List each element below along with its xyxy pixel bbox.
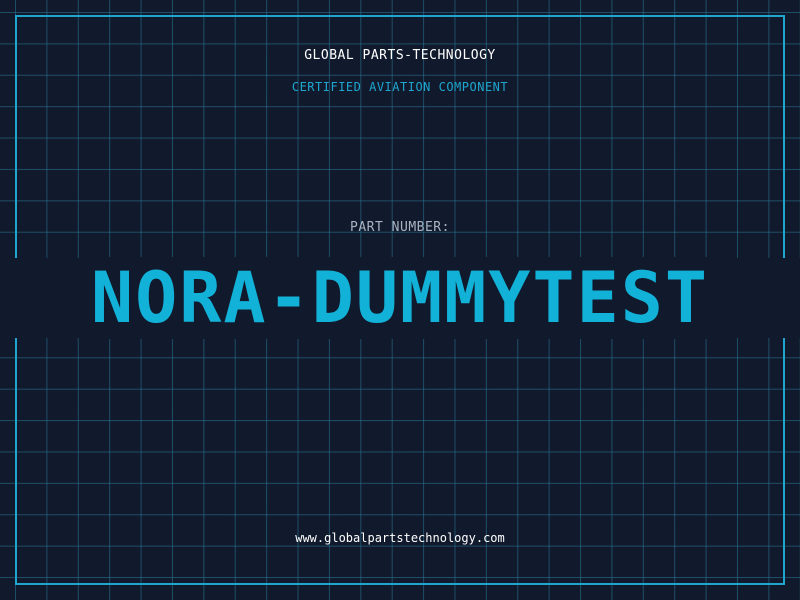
website-link[interactable]: www.globalpartstechnology.com	[0, 531, 800, 545]
certification-tagline: CERTIFIED AVIATION COMPONENT	[291, 80, 509, 94]
part-number-value: NORA-DUMMYTEST	[0, 257, 800, 339]
part-number-text: NORA-DUMMYTEST	[86, 257, 713, 339]
label-card: GLOBAL PARTS-TECHNOLOGY CERTIFIED AVIATI…	[0, 0, 800, 600]
part-number-label: PART NUMBER:	[350, 220, 450, 235]
company-name: GLOBAL PARTS-TECHNOLOGY	[304, 48, 496, 63]
